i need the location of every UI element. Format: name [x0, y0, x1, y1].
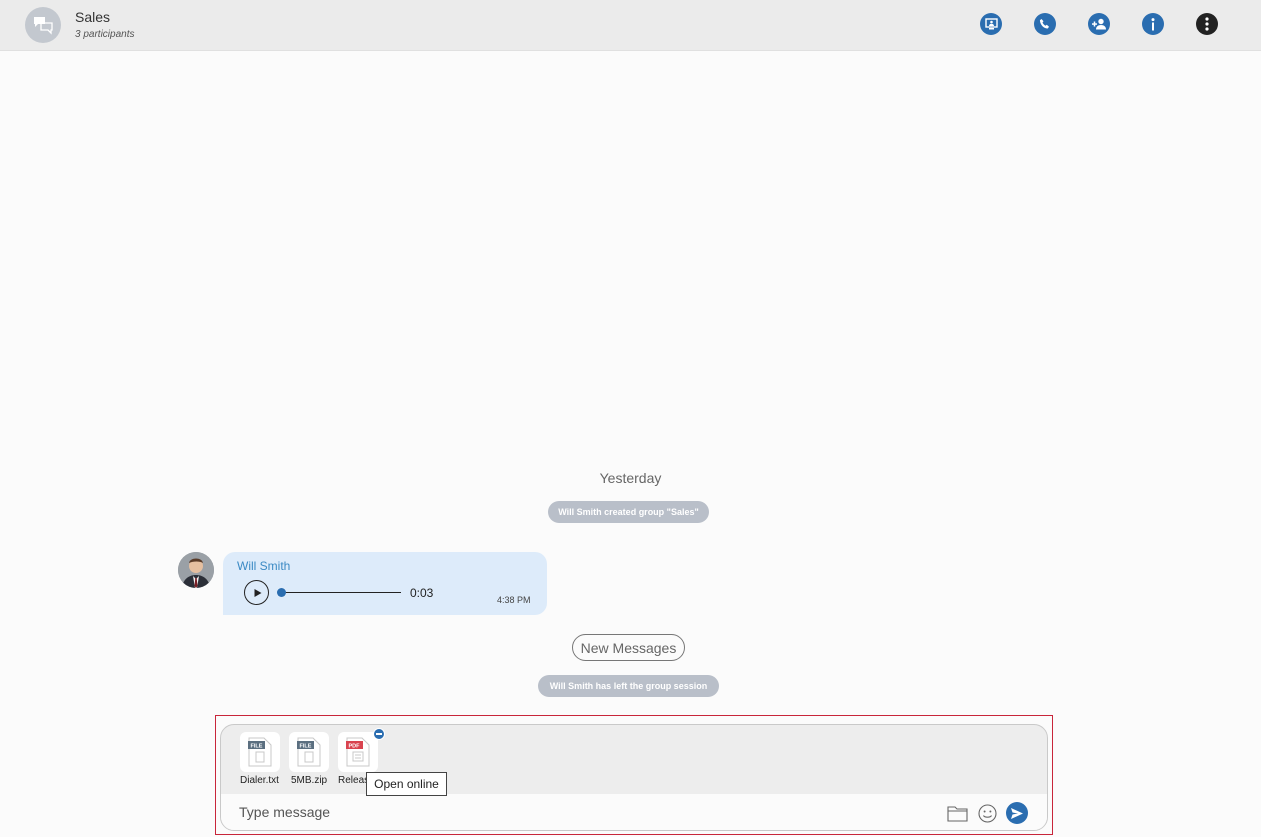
system-notice-created: Will Smith created group "Sales"	[548, 501, 709, 523]
participants-count: 3 participants	[75, 29, 135, 40]
file-icon: FILE	[248, 737, 272, 767]
group-avatar	[25, 7, 61, 43]
emoji-button[interactable]	[976, 802, 998, 824]
more-vertical-icon	[1205, 17, 1209, 31]
chat-title: Sales	[75, 9, 111, 25]
avatar[interactable]	[178, 552, 214, 588]
folder-icon	[946, 805, 968, 822]
message-timestamp: 4:38 PM	[497, 595, 531, 605]
add-participant-button[interactable]	[1088, 13, 1110, 35]
day-separator: Yesterday	[599, 470, 662, 486]
user-photo-icon	[178, 552, 214, 588]
file-badge-label: PDF	[349, 744, 361, 750]
remove-attachment-button[interactable]	[373, 728, 385, 740]
pdf-file-icon: PDF	[346, 737, 370, 767]
message-bubble: Will Smith 0:03 4:38 PM	[223, 552, 547, 615]
call-button[interactable]	[1034, 13, 1056, 35]
attachment-name: Dialer.txt	[240, 775, 279, 786]
attachment-zip[interactable]: FILE	[289, 732, 329, 772]
input-row	[221, 794, 1047, 830]
new-messages-divider: New Messages	[572, 634, 685, 661]
message-sender: Will Smith	[237, 559, 291, 573]
minus-icon	[376, 733, 382, 735]
screen-share-button[interactable]	[980, 13, 1002, 35]
chat-header: Sales 3 participants	[0, 0, 1261, 51]
attach-file-button[interactable]	[946, 802, 968, 824]
screen-share-icon	[984, 18, 998, 30]
more-options-button[interactable]	[1196, 13, 1218, 35]
audio-progress-handle[interactable]	[277, 588, 286, 597]
audio-progress-track[interactable]	[281, 592, 401, 593]
message-input[interactable]	[231, 798, 931, 826]
attachment-dialer[interactable]: FILE	[240, 732, 280, 772]
system-notice-left: Will Smith has left the group session	[538, 675, 719, 697]
file-icon: FILE	[297, 737, 321, 767]
attachment-pdf[interactable]: PDF	[338, 732, 378, 772]
info-button[interactable]	[1142, 13, 1164, 35]
file-badge-label: FILE	[251, 744, 263, 750]
audio-duration: 0:03	[410, 586, 434, 600]
message-composer: FILE Dialer.txt FILE 5MB.zip PDF Releas	[220, 724, 1048, 831]
send-arrow-icon	[1011, 807, 1023, 819]
attachment-name: Releas	[338, 775, 370, 786]
tooltip: Open online	[366, 772, 447, 796]
phone-icon	[1039, 19, 1049, 29]
play-button[interactable]	[244, 580, 269, 605]
smiley-icon	[977, 803, 997, 823]
file-badge-label: FILE	[300, 744, 312, 750]
info-icon	[1151, 17, 1155, 30]
add-person-icon	[1092, 18, 1106, 30]
chat-bubbles-icon	[34, 17, 53, 35]
send-button[interactable]	[1006, 802, 1028, 824]
play-icon	[254, 588, 261, 597]
attachment-name: 5MB.zip	[291, 775, 328, 786]
